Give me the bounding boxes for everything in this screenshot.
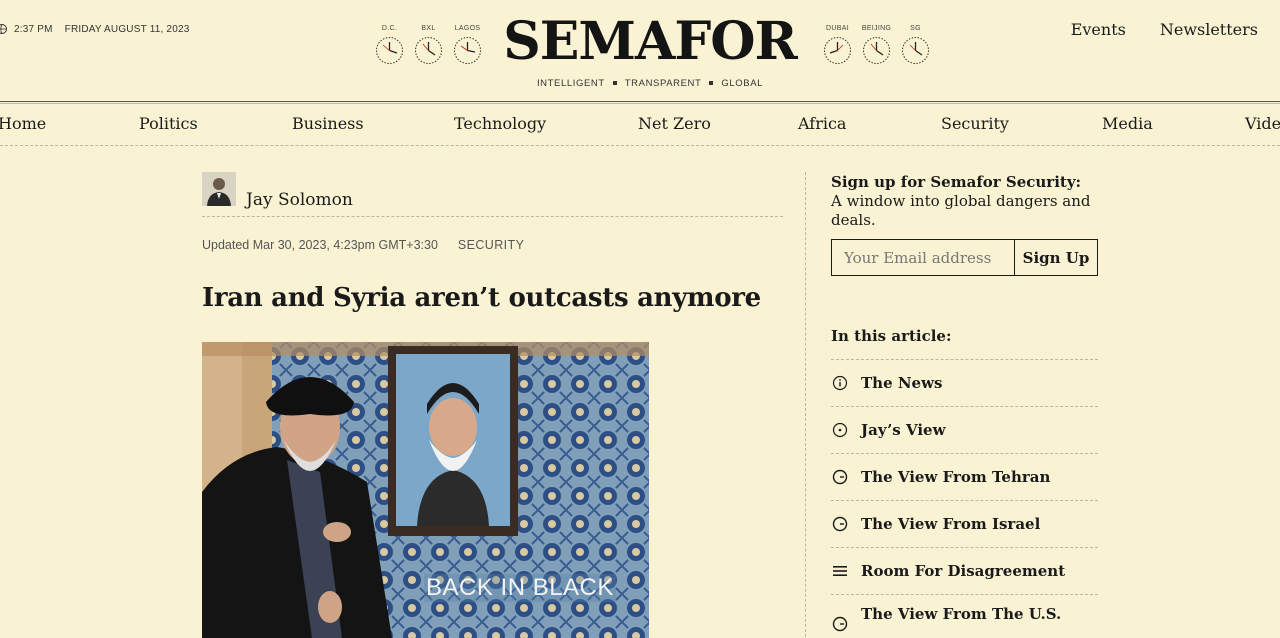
email-input[interactable] xyxy=(831,239,1015,276)
signup-form: Sign Up xyxy=(831,239,1098,276)
nav-security[interactable]: Security xyxy=(941,114,1009,133)
tagline: INTELLIGENT TRANSPARENT GLOBAL xyxy=(500,78,800,89)
author-byline[interactable]: Jay Solomon xyxy=(202,172,353,210)
separator-dot xyxy=(709,80,714,85)
nav-business[interactable]: Business xyxy=(292,114,364,133)
clock-sg: SG xyxy=(901,25,930,65)
nav-politics[interactable]: Politics xyxy=(139,114,198,133)
info-icon xyxy=(831,374,849,392)
site-logo[interactable]: SEMAFOR xyxy=(480,6,820,78)
newsletters-link[interactable]: Newsletters xyxy=(1160,20,1258,39)
byline-divider xyxy=(202,216,783,217)
header-divider xyxy=(0,103,1280,104)
toc-item-view-from-israel[interactable]: The View From Israel xyxy=(831,500,1098,547)
hero-image[interactable]: BACK IN BLACK xyxy=(202,342,649,638)
clock-city-label: D.C. xyxy=(381,25,398,32)
clock-icon xyxy=(831,468,849,486)
clock-lagos: LAGOS xyxy=(453,25,482,65)
table-of-contents: The News Jay’s View The View From Tehran… xyxy=(831,359,1098,638)
circle-dot-icon xyxy=(831,421,849,439)
toc-item-label: The View From The U.S. xyxy=(861,605,1062,623)
column-divider xyxy=(805,172,806,638)
toc-item-label: The News xyxy=(861,374,943,392)
toc-item-the-news[interactable]: The News xyxy=(831,359,1098,406)
tagline-word: INTELLIGENT xyxy=(536,78,605,89)
signup-description: A window into global dangers and deals. xyxy=(831,192,1091,229)
updated-timestamp: Updated Mar 30, 2023, 4:23pm GMT+3:30 xyxy=(202,238,438,252)
clock-beijing: BEIJING xyxy=(862,25,891,65)
world-clocks-left: D.C. BXL LAGOS xyxy=(375,25,482,65)
clock-icon xyxy=(454,37,481,64)
world-clocks-right: DUBAI BEIJING SG xyxy=(823,25,930,65)
clock-icon xyxy=(831,515,849,533)
clock-city-label: BEIJING xyxy=(861,25,892,32)
signup-heading: Sign up for Semafor Security: xyxy=(831,173,1082,191)
clock-icon xyxy=(831,615,849,633)
separator-dot xyxy=(612,80,617,85)
toc-item-label: The View From Tehran xyxy=(861,468,1051,486)
site-header: 2:37 PM FRIDAY AUGUST 11, 2023 D.C. BXL … xyxy=(0,0,1280,102)
header-links: Events Newsletters xyxy=(1071,20,1258,39)
clock-city-label: SG xyxy=(910,25,921,32)
clock-icon xyxy=(415,37,442,64)
header-divider xyxy=(0,101,1280,102)
newsletter-signup-text: Sign up for Semafor Security: A window i… xyxy=(831,173,1091,230)
toc-item-view-from-tehran[interactable]: The View From Tehran xyxy=(831,453,1098,500)
current-time: 2:37 PM xyxy=(14,23,53,35)
clock-city-label: BXL xyxy=(421,25,436,32)
clock-city-label: DUBAI xyxy=(826,25,849,32)
clock-icon xyxy=(863,37,890,64)
nav-media[interactable]: Media xyxy=(1102,114,1153,133)
clock-icon xyxy=(376,37,403,64)
sign-up-button[interactable]: Sign Up xyxy=(1015,239,1098,276)
nav-technology[interactable]: Technology xyxy=(454,114,546,133)
nav-video[interactable]: Video xyxy=(1245,114,1280,133)
author-avatar xyxy=(202,172,236,206)
tagline-word: TRANSPARENT xyxy=(624,78,702,89)
toc-item-label: Room For Disagreement xyxy=(861,562,1066,580)
tagline-word: GLOBAL xyxy=(721,78,764,89)
clock-icon xyxy=(824,37,851,64)
author-portrait xyxy=(202,172,236,206)
author-name[interactable]: Jay Solomon xyxy=(246,190,353,210)
nav-divider xyxy=(0,145,1280,146)
nav-home[interactable]: Home xyxy=(0,114,46,133)
toc-item-label: Jay’s View xyxy=(861,421,946,439)
events-link[interactable]: Events xyxy=(1071,20,1126,39)
nav-net-zero[interactable]: Net Zero xyxy=(638,114,711,133)
toc-item-view-from-us[interactable]: The View From The U.S. xyxy=(831,594,1098,638)
article-meta: Updated Mar 30, 2023, 4:23pm GMT+3:30 SE… xyxy=(202,238,524,252)
clock-city-label: LAGOS xyxy=(454,25,481,32)
toc-item-label: The View From Israel xyxy=(861,515,1041,533)
nav-africa[interactable]: Africa xyxy=(798,114,846,133)
section-tag[interactable]: SECURITY xyxy=(458,238,524,252)
image-caption-overlay: BACK IN BLACK xyxy=(424,574,616,602)
clock-icon xyxy=(902,37,929,64)
current-date: FRIDAY AUGUST 11, 2023 xyxy=(64,23,190,35)
toc-heading: In this article: xyxy=(831,327,952,345)
main-nav: Home Politics Business Technology Net Ze… xyxy=(0,114,1280,136)
lines-icon xyxy=(831,562,849,580)
clock-dc: D.C. xyxy=(375,25,404,65)
globe-icon xyxy=(0,24,7,34)
clock-bxl: BXL xyxy=(414,25,443,65)
clock-dubai: DUBAI xyxy=(823,25,852,65)
toc-item-jays-view[interactable]: Jay’s View xyxy=(831,406,1098,453)
toc-item-room-for-disagreement[interactable]: Room For Disagreement xyxy=(831,547,1098,594)
datetime: 2:37 PM FRIDAY AUGUST 11, 2023 xyxy=(0,23,189,35)
article-headline: Iran and Syria aren’t outcasts anymore xyxy=(202,283,761,313)
